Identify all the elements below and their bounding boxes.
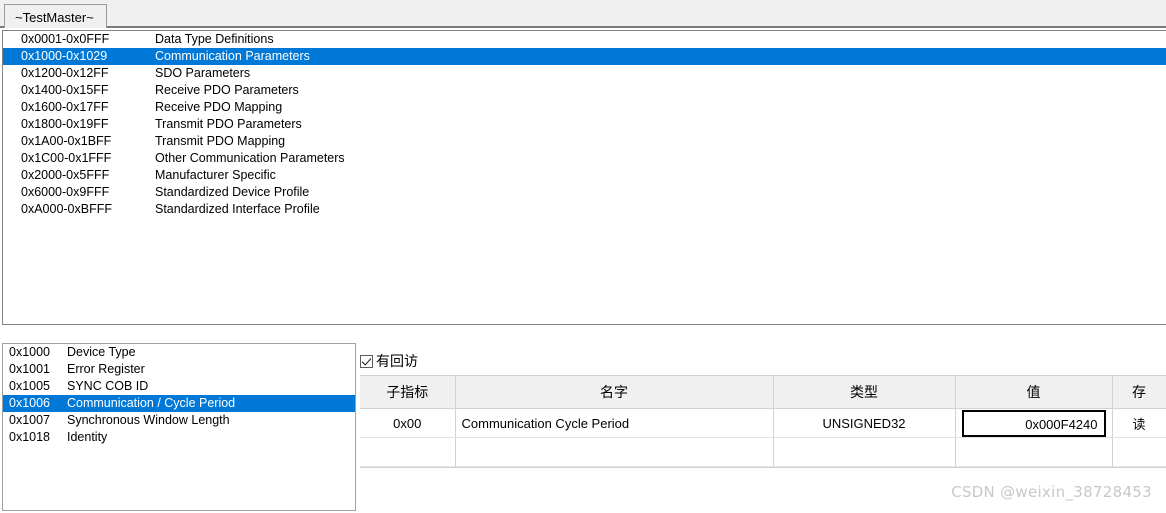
range-item-description: Other Communication Parameters [155, 151, 345, 165]
table-empty-cell [1112, 437, 1166, 467]
range-item-code: 0x1400-0x15FF [21, 83, 109, 97]
range-item-code: 0x0001-0x0FFF [21, 32, 110, 46]
index-list-item[interactable]: 0x1007 Synchronous Window Length [3, 412, 355, 429]
cell-access[interactable]: 读 [1112, 408, 1166, 438]
index-list-item[interactable]: 0x1006 Communication / Cycle Period [3, 395, 355, 412]
range-list-item[interactable]: 0x1C00-0x1FFF Other Communication Paramet… [3, 150, 1166, 167]
range-item-description: Standardized Interface Profile [155, 202, 320, 216]
range-item-description: Transmit PDO Parameters [155, 117, 302, 131]
table-empty-cell [360, 437, 456, 467]
column-header-type[interactable]: 类型 [773, 376, 956, 409]
callback-checkbox[interactable] [360, 354, 373, 368]
index-list[interactable]: 0x1000 Device Type 0x1001 Error Register 0x1… [2, 343, 356, 511]
cell-type[interactable]: UNSIGNED32 [773, 408, 956, 438]
range-list-item[interactable]: 0xA000-0xBFFF Standardized Interface Prof… [3, 201, 1166, 218]
column-header-value[interactable]: 值 [955, 376, 1113, 409]
range-item-description: Communication Parameters [155, 49, 310, 63]
range-item-code: 0x1600-0x17FF [21, 100, 109, 114]
range-item-description: Data Type Definitions [155, 32, 274, 46]
range-list-item[interactable]: 0x6000-0x9FFF Standardized Device Profile [3, 184, 1166, 201]
index-item-code: 0x1000 [9, 345, 51, 359]
range-list-item[interactable]: 0x1200-0x12FF SDO Parameters [3, 65, 1166, 82]
column-header-name[interactable]: 名字 [455, 376, 774, 409]
range-item-code: 0x1200-0x12FF [21, 66, 109, 80]
range-item-code: 0xA000-0xBFFF [21, 202, 113, 216]
sub-index-table: 子指标 名字 类型 值 存 0x00 Communication Cycle Pe… [360, 376, 1166, 467]
cell-name[interactable]: Communication Cycle Period [455, 408, 774, 438]
cell-value[interactable]: 0x000F4240 [955, 408, 1113, 438]
range-item-code: 0x2000-0x5FFF [21, 168, 110, 182]
index-list-item[interactable]: 0x1005 SYNC COB ID [3, 378, 355, 395]
column-header-sub-index[interactable]: 子指标 [360, 376, 456, 409]
table-empty-cell [955, 437, 1113, 467]
range-list-item[interactable]: 0x1600-0x17FF Receive PDO Mapping [3, 99, 1166, 116]
tab-strip: ~TestMaster~ [0, 0, 1166, 28]
range-item-code: 0x1000-0x1029 [21, 49, 108, 63]
column-header-access[interactable]: 存 [1112, 376, 1166, 409]
range-item-code: 0x1800-0x19FF [21, 117, 109, 131]
index-item-code: 0x1001 [9, 362, 51, 376]
index-list-item[interactable]: 0x1000 Device Type [3, 344, 355, 361]
range-item-description: Standardized Device Profile [155, 185, 310, 199]
horizontal-splitter[interactable] [0, 326, 1166, 340]
index-list-item[interactable]: 0x1001 Error Register [3, 361, 355, 378]
table-empty-row [360, 437, 1166, 467]
table-header-row: 子指标 名字 类型 值 存 [360, 376, 1166, 409]
index-item-name: Device Type [67, 345, 136, 359]
range-item-code: 0x1A00-0x1BFF [21, 134, 112, 148]
sub-index-table-wrapper: 子指标 名字 类型 值 存 0x00 Communication Cycle Pe… [360, 375, 1166, 468]
range-item-description: Manufacturer Specific [155, 168, 276, 182]
range-item-description: Receive PDO Parameters [155, 83, 299, 97]
range-list-item[interactable]: 0x0001-0x0FFF Data Type Definitions [3, 31, 1166, 48]
index-item-code: 0x1018 [9, 430, 51, 444]
index-item-code: 0x1007 [9, 413, 51, 427]
index-item-name: Error Register [67, 362, 145, 376]
range-list-item[interactable]: 0x2000-0x5FFF Manufacturer Specific [3, 167, 1166, 184]
object-dictionary-range-list[interactable]: 0x0001-0x0FFF Data Type Definitions 0x1000… [2, 30, 1166, 325]
index-item-name: Communication / Cycle Period [67, 396, 236, 410]
range-item-description: SDO Parameters [155, 66, 251, 80]
range-list-item[interactable]: 0x1400-0x15FF Receive PDO Parameters [3, 82, 1166, 99]
range-item-description: Receive PDO Mapping [155, 100, 283, 114]
tab-testmaster[interactable]: ~TestMaster~ [4, 4, 107, 28]
callback-checkbox-label: 有回访 [376, 353, 418, 369]
index-item-name: Synchronous Window Length [67, 413, 230, 427]
tab-label: ~TestMaster~ [15, 10, 94, 25]
cell-value-text[interactable]: 0x000F4240 [961, 409, 1106, 437]
range-item-code: 0x1C00-0x1FFF [21, 151, 112, 165]
range-list-item[interactable]: 0x1000-0x1029 Communication Parameters [3, 48, 1166, 65]
index-item-name: Identity [67, 430, 108, 444]
range-item-description: Transmit PDO Mapping [155, 134, 286, 148]
range-list-item[interactable]: 0x1A00-0x1BFF Transmit PDO Mapping [3, 133, 1166, 150]
index-item-code: 0x1006 [9, 396, 51, 410]
callback-checkbox-row[interactable]: 有回访 [360, 351, 418, 371]
cell-sub-index[interactable]: 0x00 [360, 408, 456, 438]
table-empty-cell [455, 437, 774, 467]
range-list-item[interactable]: 0x1800-0x19FF Transmit PDO Parameters [3, 116, 1166, 133]
table-row[interactable]: 0x00 Communication Cycle Period UNSIGNED32… [360, 408, 1166, 438]
range-item-code: 0x6000-0x9FFF [21, 185, 110, 199]
watermark: CSDN @weixin_38728453 [951, 483, 1152, 501]
index-item-code: 0x1005 [9, 379, 51, 393]
table-empty-cell [773, 437, 956, 467]
index-item-name: SYNC COB ID [67, 379, 149, 393]
index-list-item[interactable]: 0x1018 Identity [3, 429, 355, 446]
